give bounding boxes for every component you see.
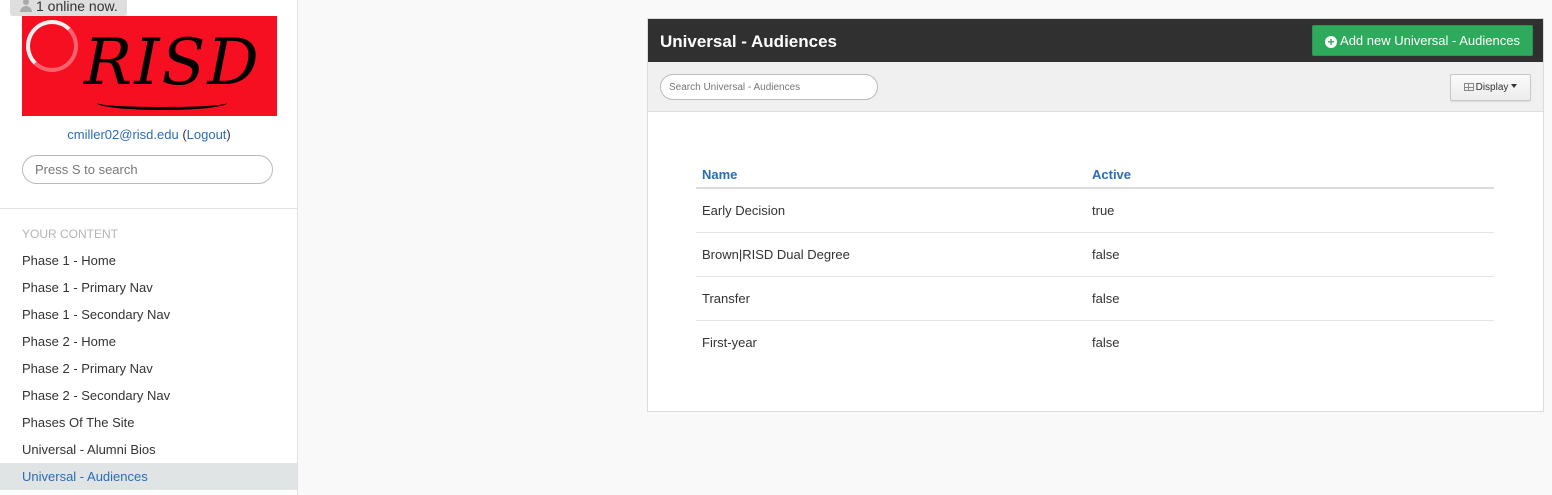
column-header-name[interactable]: Name <box>696 162 1086 189</box>
page-title: Universal - Audiences <box>660 32 837 51</box>
user-info: cmiller02@risd.edu (Logout) <box>67 127 231 142</box>
user-icon <box>20 0 32 12</box>
cell-name: Early Decision <box>696 188 1086 233</box>
display-button[interactable]: Display <box>1450 74 1531 101</box>
sidebar-search-input[interactable] <box>22 155 273 184</box>
content-nav-list: Phase 1 - Home Phase 1 - Primary Nav Pha… <box>0 247 297 490</box>
cell-name: First-year <box>702 334 757 350</box>
user-email-link[interactable]: cmiller02@risd.edu <box>67 127 178 142</box>
panel-header: Universal - Audiences + Add new Universal… <box>648 19 1543 62</box>
section-label: YOUR CONTENT <box>22 227 118 241</box>
sidebar-item-phase-1-secondary-nav[interactable]: Phase 1 - Secondary Nav <box>0 301 297 328</box>
site-logo[interactable]: RISD <box>22 16 277 116</box>
online-badge[interactable]: 1 online now. <box>10 0 127 16</box>
table-row[interactable]: Early Decision true <box>696 188 1494 233</box>
cell-active: false <box>1092 334 1120 350</box>
caret-down-icon <box>1511 84 1518 88</box>
cell-name: Brown|RISD Dual Degree <box>696 232 1086 277</box>
spinner-icon <box>26 20 78 72</box>
table-row[interactable]: Brown|RISD Dual Degree false <box>696 232 1494 277</box>
sidebar-item-universal-alumni-bios[interactable]: Universal - Alumni Bios <box>0 436 297 463</box>
sidebar: 1 online now. RISD cmiller02@risd.edu (L… <box>0 0 298 495</box>
table-search-input[interactable] <box>660 74 878 100</box>
sidebar-item-universal-audiences[interactable]: Universal - Audiences <box>0 463 297 490</box>
cell-name: Transfer <box>696 276 1086 321</box>
online-count-text: 1 online now. <box>36 0 118 14</box>
sidebar-item-phase-2-secondary-nav[interactable]: Phase 2 - Secondary Nav <box>0 382 297 409</box>
plus-circle-icon: + <box>1325 36 1338 48</box>
table-header-row: Name Active <box>696 162 1494 189</box>
logo-text: RISD <box>84 26 261 100</box>
logout-link[interactable]: Logout <box>187 127 227 142</box>
sidebar-item-phase-2-home[interactable]: Phase 2 - Home <box>0 328 297 355</box>
grid-icon <box>1463 83 1474 91</box>
sidebar-divider <box>0 208 298 209</box>
cell-active: false <box>1086 232 1494 277</box>
table-row[interactable]: Transfer false <box>696 276 1494 321</box>
table-row[interactable]: First-year false <box>696 320 1494 364</box>
audiences-table: Name Active Early Decision true Brown|RI… <box>696 162 1494 364</box>
cell-active: false <box>1086 276 1494 321</box>
display-button-label: Display <box>1475 82 1509 93</box>
add-new-button[interactable]: + Add new Universal - Audiences <box>1312 25 1533 56</box>
cell-active: true <box>1086 188 1494 233</box>
sidebar-item-phases-of-the-site[interactable]: Phases Of The Site <box>0 409 297 436</box>
sidebar-item-phase-2-primary-nav[interactable]: Phase 2 - Primary Nav <box>0 355 297 382</box>
sidebar-item-phase-1-home[interactable]: Phase 1 - Home <box>0 247 297 274</box>
logo-flourish <box>97 96 227 110</box>
sidebar-item-phase-1-primary-nav[interactable]: Phase 1 - Primary Nav <box>0 274 297 301</box>
content-panel: Universal - Audiences + Add new Universal… <box>647 18 1544 412</box>
add-new-button-label: Add new Universal - Audiences <box>1340 33 1520 48</box>
column-header-active[interactable]: Active <box>1086 162 1494 189</box>
panel-toolbar: Display <box>648 62 1543 112</box>
